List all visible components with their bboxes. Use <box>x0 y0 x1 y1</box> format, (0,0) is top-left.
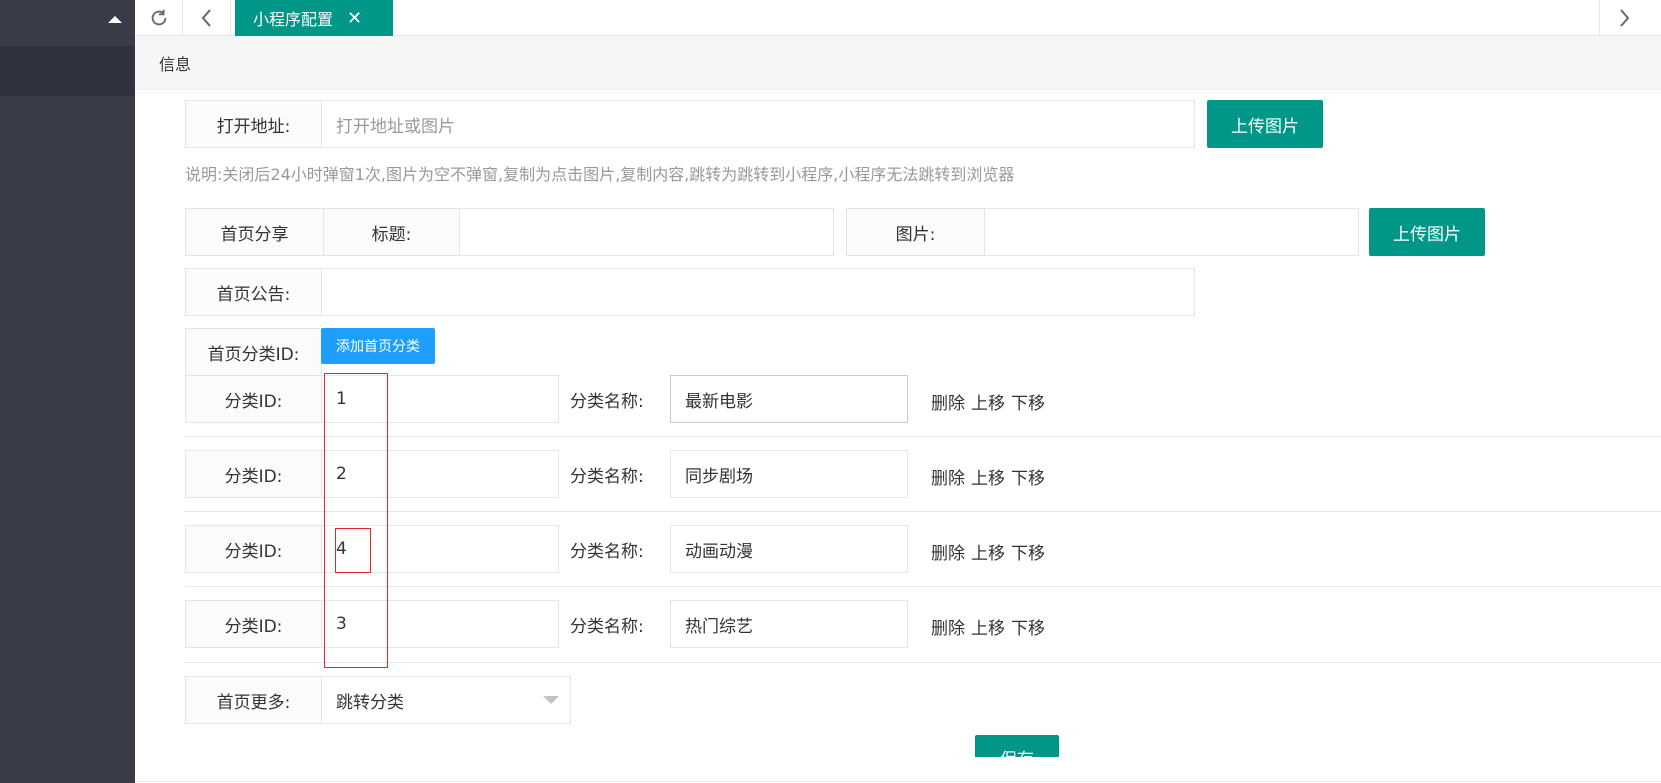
home-share-title-label: 标题: <box>323 208 460 256</box>
category-name-input[interactable]: 同步剧场 <box>670 450 908 498</box>
sidebar-header[interactable] <box>0 0 135 46</box>
save-button-clip: 保存 <box>975 735 1059 757</box>
category-id-label: 分类ID: <box>185 525 322 573</box>
chevron-left-icon <box>201 9 211 27</box>
home-category-label: 首页分类ID: <box>185 328 322 376</box>
tab-mini-program-config[interactable]: 小程序配置 ✕ <box>235 0 393 36</box>
category-name-label: 分类名称: <box>570 466 644 487</box>
category-name-label: 分类名称: <box>570 391 644 412</box>
open-address-input[interactable]: 打开地址或图片 <box>321 100 1195 148</box>
move-up-link[interactable]: 上移 <box>971 539 1005 564</box>
row-divider <box>185 586 1661 587</box>
move-down-link[interactable]: 下移 <box>1011 464 1045 489</box>
caret-up-icon[interactable] <box>108 16 122 23</box>
share-upload-image-button[interactable]: 上传图片 <box>1369 208 1485 256</box>
home-share-label: 首页分享 <box>185 208 324 256</box>
tab-prev-button[interactable] <box>183 0 231 36</box>
move-up-link[interactable]: 上移 <box>971 614 1005 639</box>
page-bottom-border <box>135 781 1661 782</box>
move-down-link[interactable]: 下移 <box>1011 614 1045 639</box>
card-title: 信息 <box>159 54 192 74</box>
close-icon[interactable]: ✕ <box>347 8 362 29</box>
category-name-input[interactable]: 最新电影 <box>670 375 908 423</box>
open-address-hint: 说明:关闭后24小时弹窗1次,图片为空不弹窗,复制为点击图片,复制内容,跳转为跳… <box>185 165 1015 184</box>
home-more-selected-value: 跳转分类 <box>336 692 404 713</box>
chevron-right-icon <box>1619 9 1629 27</box>
home-notice-input[interactable] <box>321 268 1195 316</box>
move-up-link[interactable]: 上移 <box>971 464 1005 489</box>
category-row-actions: 删除 上移 下移 <box>931 614 1045 639</box>
move-down-link[interactable]: 下移 <box>1011 539 1045 564</box>
delete-link[interactable]: 删除 <box>931 464 965 489</box>
tab-bar: 小程序配置 ✕ <box>135 0 1661 36</box>
refresh-icon <box>151 9 166 26</box>
row-divider <box>185 511 1661 512</box>
sidebar <box>0 0 135 783</box>
add-home-category-button[interactable]: 添加首页分类 <box>321 328 435 364</box>
sidebar-item-selected[interactable] <box>0 46 135 96</box>
annotation-box-id-column <box>324 373 388 668</box>
home-more-select[interactable]: 跳转分类 <box>321 676 571 724</box>
category-id-label: 分类ID: <box>185 600 322 648</box>
category-id-label: 分类ID: <box>185 375 322 423</box>
home-share-image-input[interactable] <box>984 208 1359 256</box>
move-up-link[interactable]: 上移 <box>971 389 1005 414</box>
delete-link[interactable]: 删除 <box>931 614 965 639</box>
category-row-actions: 删除 上移 下移 <box>931 389 1045 414</box>
home-notice-label: 首页公告: <box>185 268 322 316</box>
delete-link[interactable]: 删除 <box>931 389 965 414</box>
tab-label: 小程序配置 <box>253 10 334 29</box>
category-name-input[interactable]: 动画动漫 <box>670 525 908 573</box>
save-button[interactable]: 保存 <box>975 735 1059 757</box>
refresh-button[interactable] <box>135 0 183 36</box>
move-down-link[interactable]: 下移 <box>1011 389 1045 414</box>
category-row-actions: 删除 上移 下移 <box>931 539 1045 564</box>
annotation-box-id-4 <box>335 528 371 573</box>
open-address-label: 打开地址: <box>185 100 322 148</box>
category-name-label: 分类名称: <box>570 616 644 637</box>
card-header: 信息 <box>135 36 1661 90</box>
tab-next-button[interactable] <box>1599 0 1647 36</box>
category-row-actions: 删除 上移 下移 <box>931 464 1045 489</box>
delete-link[interactable]: 删除 <box>931 539 965 564</box>
row-divider <box>185 662 1661 663</box>
row-divider <box>185 436 1661 437</box>
category-name-label: 分类名称: <box>570 541 644 562</box>
home-share-title-input[interactable] <box>459 208 834 256</box>
home-share-image-label: 图片: <box>846 208 985 256</box>
home-more-label: 首页更多: <box>185 676 322 724</box>
upload-image-button[interactable]: 上传图片 <box>1207 100 1323 148</box>
chevron-down-icon <box>543 696 559 704</box>
category-name-input[interactable]: 热门综艺 <box>670 600 908 648</box>
category-id-label: 分类ID: <box>185 450 322 498</box>
